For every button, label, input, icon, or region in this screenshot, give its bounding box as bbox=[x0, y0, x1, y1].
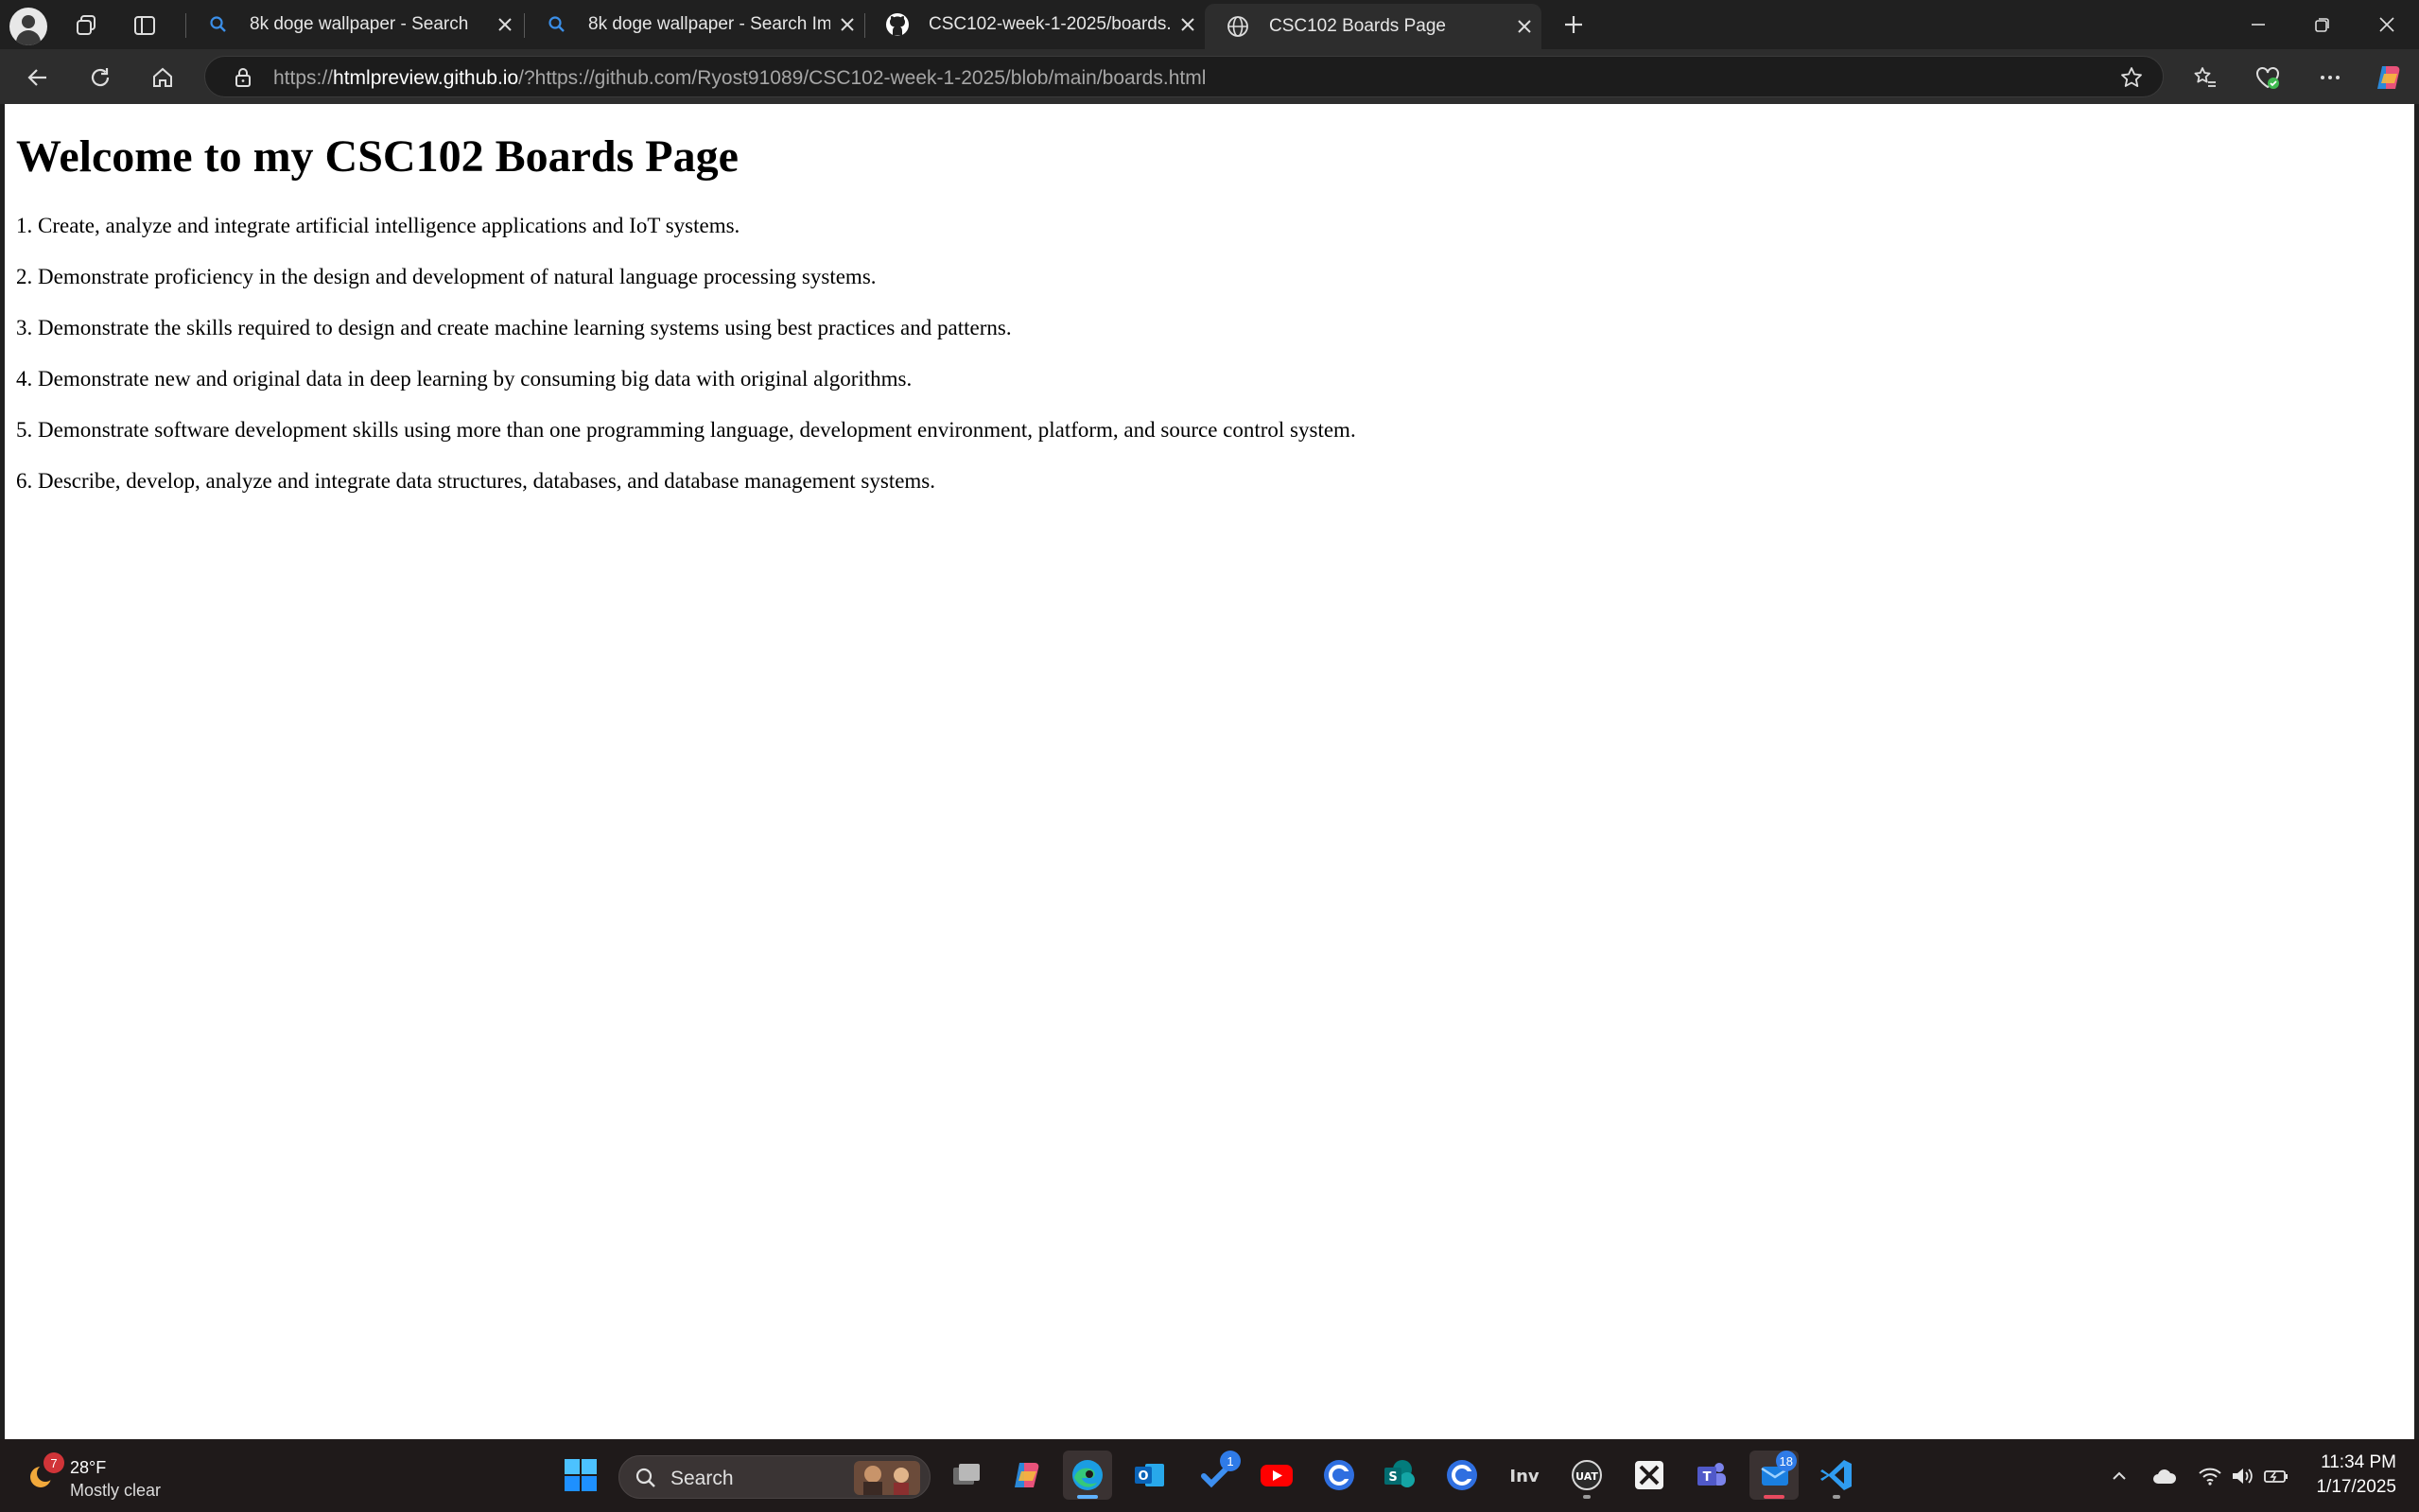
tab-title: CSC102-week-1-2025/boards.html bbox=[929, 14, 1171, 34]
url-path: /?https://github.com/Ryost91089/CSC102-w… bbox=[518, 67, 1207, 89]
list-item: 1. Create, analyze and integrate artific… bbox=[16, 214, 740, 237]
edge-browser-icon[interactable] bbox=[1063, 1451, 1112, 1500]
minimize-icon[interactable] bbox=[2226, 0, 2290, 49]
youtube-icon[interactable] bbox=[1252, 1451, 1301, 1500]
svg-text:UAT: UAT bbox=[1575, 1470, 1598, 1483]
close-tab-icon[interactable] bbox=[1507, 9, 1541, 43]
tab-search-1[interactable]: 8k doge wallpaper - Search bbox=[185, 4, 522, 45]
outlook-new-icon[interactable]: 18 bbox=[1749, 1451, 1799, 1500]
page-heading: Welcome to my CSC102 Boards Page bbox=[16, 131, 739, 182]
todo-icon[interactable]: 1 bbox=[1193, 1451, 1243, 1500]
chevron-up-icon[interactable] bbox=[2105, 1462, 2133, 1490]
url-scheme: https:// bbox=[273, 67, 334, 89]
globe-icon bbox=[1226, 14, 1250, 39]
refresh-icon[interactable] bbox=[79, 59, 121, 96]
teams-icon[interactable]: T bbox=[1687, 1451, 1736, 1500]
onedrive-cloud-icon[interactable] bbox=[2150, 1462, 2179, 1490]
browser-essentials-heart-icon[interactable] bbox=[2247, 59, 2288, 96]
search-label: Search bbox=[670, 1468, 734, 1489]
todo-badge: 1 bbox=[1220, 1451, 1241, 1471]
github-icon bbox=[885, 12, 910, 37]
svg-text:O: O bbox=[1138, 1469, 1148, 1484]
inv-app-icon[interactable]: Inv bbox=[1500, 1451, 1549, 1500]
close-tab-icon[interactable] bbox=[488, 8, 522, 42]
copilot-app-icon[interactable] bbox=[1002, 1451, 1052, 1500]
list-item: 3. Demonstrate the skills required to de… bbox=[16, 316, 1012, 339]
tab-github[interactable]: CSC102-week-1-2025/boards.html bbox=[864, 4, 1205, 45]
profile-avatar-icon[interactable] bbox=[9, 8, 47, 45]
tab-boards-page[interactable]: CSC102 Boards Page bbox=[1205, 4, 1541, 49]
volume-icon[interactable] bbox=[2228, 1462, 2256, 1490]
tab-search-images[interactable]: 8k doge wallpaper - Search Images bbox=[524, 4, 864, 45]
tab-strip: 8k doge wallpaper - Search 8k doge wallp… bbox=[0, 0, 2419, 49]
browser-toolbar: https://htmlpreview.github.io/?https://g… bbox=[0, 49, 2419, 104]
search-icon bbox=[635, 1467, 657, 1489]
home-icon[interactable] bbox=[142, 59, 183, 96]
weather-alert-badge: 7 bbox=[44, 1452, 64, 1473]
favorite-star-icon[interactable] bbox=[2119, 65, 2144, 90]
list-item: 4. Demonstrate new and original data in … bbox=[16, 367, 913, 391]
search-icon bbox=[545, 12, 569, 37]
address-bar[interactable]: https://htmlpreview.github.io/?https://g… bbox=[204, 56, 2164, 97]
lock-icon[interactable] bbox=[232, 66, 254, 89]
weather-widget[interactable]: 7 28°F Mostly clear bbox=[19, 1451, 180, 1503]
restore-icon[interactable] bbox=[2290, 0, 2355, 49]
url-text[interactable]: https://htmlpreview.github.io/?https://g… bbox=[273, 67, 1206, 90]
battery-icon[interactable] bbox=[2262, 1462, 2290, 1490]
app-c-icon[interactable] bbox=[1314, 1451, 1364, 1500]
clock-time: 11:34 PM bbox=[2321, 1452, 2396, 1472]
copilot-icon[interactable] bbox=[2368, 59, 2410, 96]
app-c-icon[interactable] bbox=[1437, 1451, 1487, 1500]
url-host: htmlpreview.github.io bbox=[333, 67, 519, 89]
list-item: 5. Demonstrate software development skil… bbox=[16, 418, 1356, 442]
svg-text:Inv: Inv bbox=[1509, 1467, 1540, 1486]
system-clock[interactable]: 11:34 PM 1/17/2025 bbox=[2316, 1451, 2396, 1500]
close-tab-icon[interactable] bbox=[1171, 8, 1205, 42]
web-page: Welcome to my CSC102 Boards Page 1. Crea… bbox=[5, 104, 2414, 1439]
vscode-icon[interactable] bbox=[1812, 1451, 1861, 1500]
svg-text:S: S bbox=[1388, 1470, 1397, 1485]
clock-date: 1/17/2025 bbox=[2316, 1477, 2396, 1497]
taskbar-search[interactable]: Search bbox=[618, 1455, 931, 1499]
start-button[interactable] bbox=[556, 1451, 605, 1500]
tab-title: 8k doge wallpaper - Search bbox=[250, 14, 469, 34]
more-options-icon[interactable] bbox=[2309, 59, 2351, 96]
uat-app-icon[interactable]: UAT bbox=[1562, 1451, 1611, 1500]
svg-text:T: T bbox=[1703, 1470, 1712, 1485]
task-view-icon[interactable] bbox=[942, 1451, 991, 1500]
outlook-badge: 18 bbox=[1775, 1451, 1797, 1471]
weather-condition: Mostly clear bbox=[70, 1481, 162, 1500]
tab-title: CSC102 Boards Page bbox=[1269, 16, 1446, 36]
new-tab-plus-icon[interactable] bbox=[1557, 8, 1591, 42]
close-tab-icon[interactable] bbox=[830, 8, 864, 42]
list-item: 2. Demonstrate proficiency in the design… bbox=[16, 265, 877, 288]
search-highlight-image-icon bbox=[854, 1461, 920, 1495]
favorites-icon[interactable] bbox=[2184, 59, 2226, 96]
back-arrow-icon[interactable] bbox=[17, 59, 59, 96]
search-icon bbox=[206, 12, 231, 37]
outlook-icon[interactable]: O bbox=[1125, 1451, 1175, 1500]
workspaces-icon[interactable] bbox=[70, 9, 102, 42]
taskbar: 7 28°F Mostly clear Search O 1 S Inv UAT… bbox=[0, 1439, 2419, 1512]
weather-temp: 28°F bbox=[70, 1458, 107, 1477]
close-window-icon[interactable] bbox=[2355, 0, 2419, 49]
list-item: 6. Describe, develop, analyze and integr… bbox=[16, 469, 936, 493]
wifi-icon[interactable] bbox=[2196, 1462, 2224, 1490]
capcut-icon[interactable] bbox=[1625, 1451, 1674, 1500]
tab-title: 8k doge wallpaper - Search Images bbox=[588, 14, 830, 34]
vertical-tabs-icon[interactable] bbox=[129, 9, 161, 42]
sharepoint-icon[interactable]: S bbox=[1375, 1451, 1424, 1500]
